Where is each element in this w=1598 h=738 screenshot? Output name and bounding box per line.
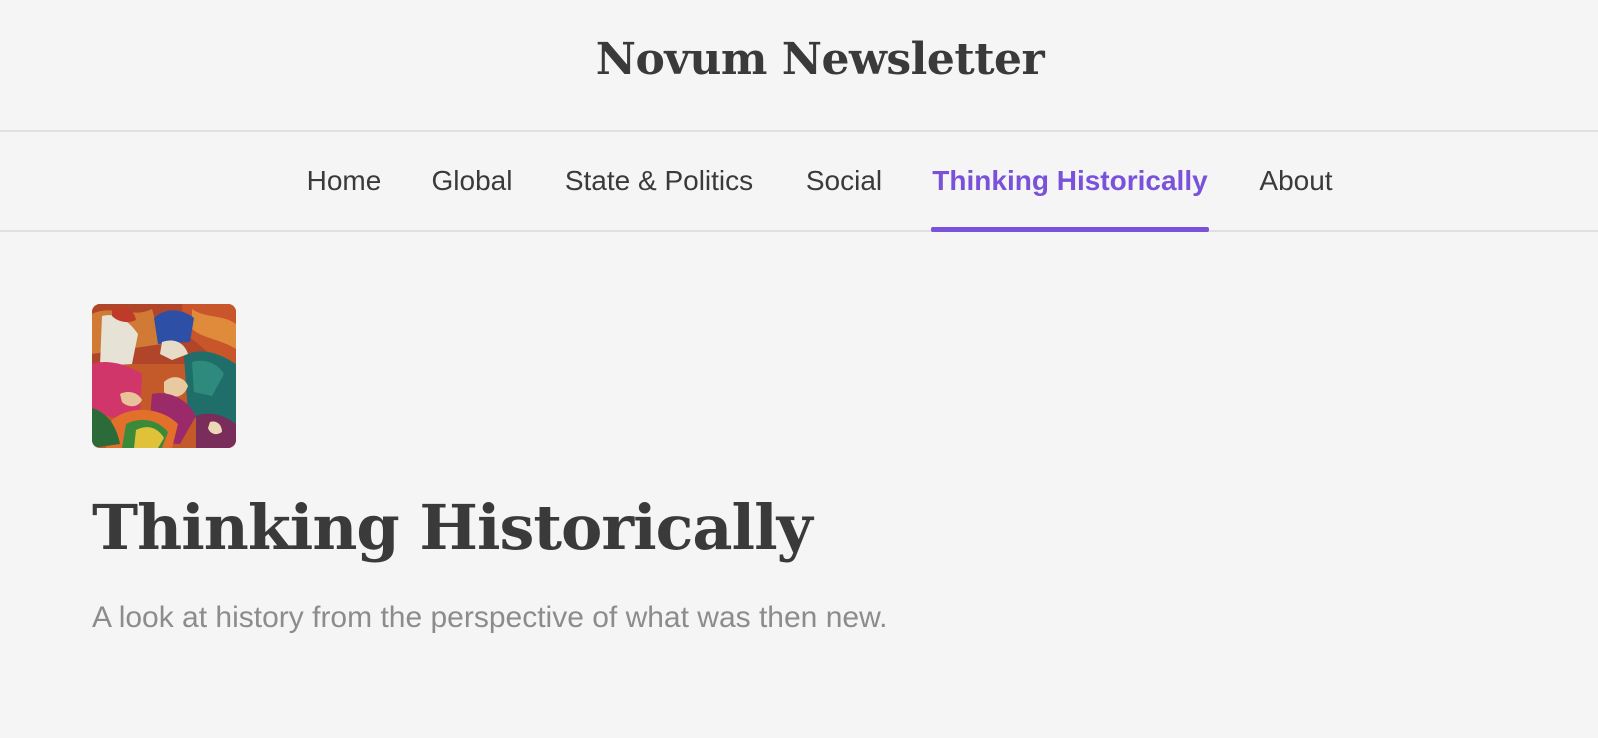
nav-item-about[interactable]: About (1257, 132, 1335, 230)
nav-item-label: Global (431, 165, 513, 196)
nav-item-global[interactable]: Global (430, 132, 514, 230)
section-thumbnail (92, 304, 236, 448)
page-description: A look at history from the perspective o… (92, 601, 888, 634)
nav-item-thinking-historically[interactable]: Thinking Historically (931, 132, 1209, 232)
site-header: Novum Newsletter (0, 0, 1598, 132)
main-nav: Home Global State & Politics Social Thin… (0, 132, 1598, 232)
painting-thumbnail-icon (92, 304, 236, 448)
active-tab-indicator (931, 227, 1209, 232)
nav-item-label: Social (805, 165, 883, 196)
page-title: Thinking Historically (92, 491, 813, 564)
nav-item-social[interactable]: Social (805, 132, 883, 230)
nav-item-label: Thinking Historically (932, 165, 1208, 196)
nav-item-label: About (1259, 165, 1333, 196)
nav-item-state-politics[interactable]: State & Politics (561, 132, 757, 230)
nav-item-home[interactable]: Home (305, 132, 383, 230)
site-title[interactable]: Novum Newsletter (0, 28, 1598, 92)
nav-item-label: Home (306, 165, 382, 196)
nav-item-label: State & Politics (564, 165, 754, 196)
